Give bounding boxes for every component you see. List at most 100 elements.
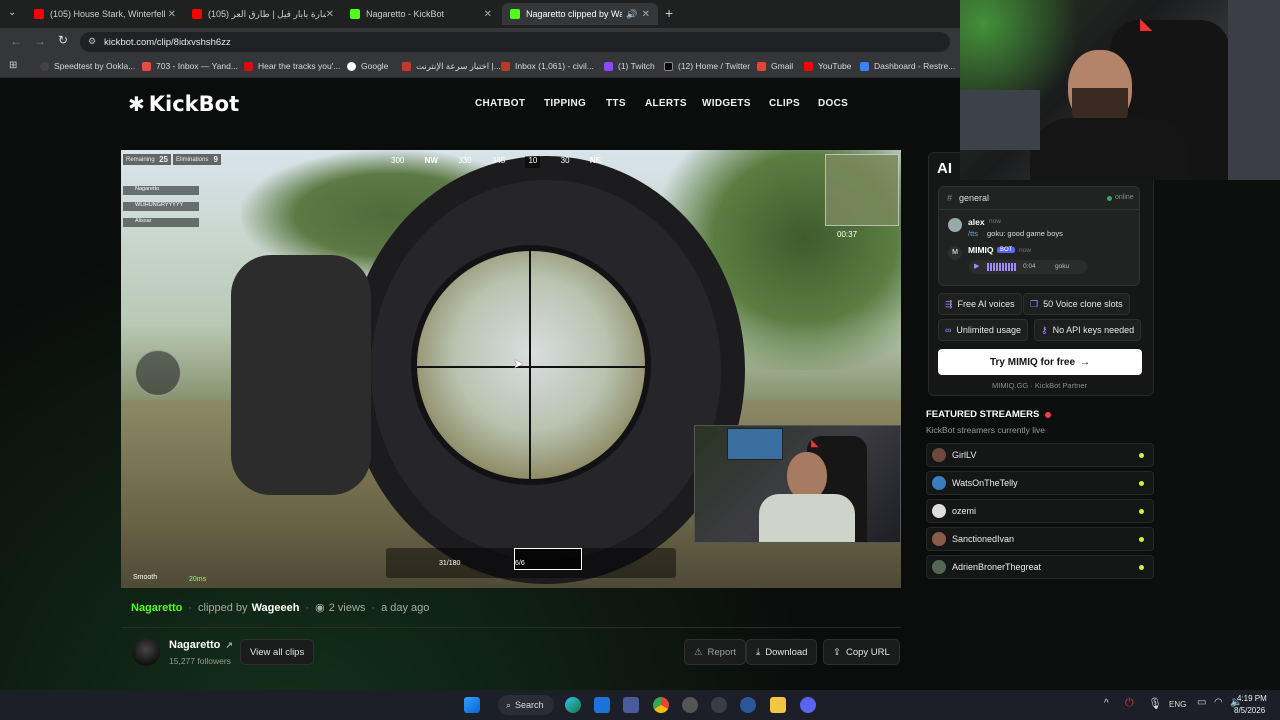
nav-docs[interactable]: DOCS	[818, 98, 848, 109]
youtube-icon	[192, 9, 202, 19]
audio-time: 0:04	[1023, 263, 1036, 270]
bookmark-youtube[interactable]: YouTube	[804, 61, 851, 71]
streamer-avatar	[932, 476, 946, 490]
hud-player-3: Alissar	[123, 218, 199, 227]
clip-channel-link[interactable]: Nagaretto	[131, 602, 182, 614]
bookmark-gmail[interactable]: Gmail	[757, 61, 793, 71]
close-tab-icon[interactable]: ✕	[642, 9, 650, 20]
bookmarks-bar: ⊞ Speedtest by Ookla... 703 - Inbox — Ya…	[0, 56, 960, 78]
browser-tab-2[interactable]: (105) شارة بابار فيل | طارق العر... ✕	[184, 3, 342, 25]
feature-label: Unlimited usage	[956, 325, 1021, 335]
tab-list-chevron-icon[interactable]: ⌄	[8, 7, 16, 18]
speaker-icon[interactable]: 🔊	[626, 9, 637, 20]
close-tab-icon[interactable]: ✕	[326, 9, 334, 20]
bookmark-yandex[interactable]: 703 - Inbox — Yand...	[142, 61, 238, 71]
bookmark-restream[interactable]: Dashboard - Restre...	[860, 61, 955, 71]
outlook-icon[interactable]	[594, 697, 610, 713]
streamer-row-watsonthetelly[interactable]: WatsOnTheTelly	[926, 471, 1154, 495]
kickbot-logo[interactable]: ✱ KickBot	[128, 92, 239, 116]
feature-no-api-keys: ⚷ No API keys needed	[1034, 319, 1142, 341]
copy-icon: ❐	[1030, 298, 1039, 309]
url-input[interactable]: ⚙ kickbot.com/clip/8idxvshsh6zz	[80, 32, 950, 52]
nav-widgets[interactable]: WIDGETS	[702, 98, 751, 109]
hud-eliminations: Eliminations 9	[173, 154, 221, 165]
bookmark-label: 703 - Inbox — Yand...	[156, 61, 238, 71]
tray-app-icon[interactable]: ⏻	[1125, 697, 1134, 710]
arrow-right-icon: →	[1080, 356, 1090, 368]
mouse-cursor-icon: ➤	[513, 356, 524, 371]
github-icon[interactable]	[682, 697, 698, 713]
windows-start-icon[interactable]	[464, 697, 480, 713]
streamer-avatar	[932, 504, 946, 518]
msg2-user: MIMIQ	[968, 245, 994, 255]
edge-icon[interactable]	[565, 697, 581, 713]
hud-remaining-label: Remaining	[126, 156, 155, 163]
app-icon[interactable]	[623, 697, 639, 713]
feature-label: No API keys needed	[1052, 325, 1135, 335]
bookmark-lastfm[interactable]: Hear the tracks you'...	[244, 61, 340, 71]
hud-ammo: 31/180	[439, 560, 461, 567]
close-tab-icon[interactable]: ✕	[168, 9, 176, 20]
report-button[interactable]: ⚠ Report	[684, 639, 747, 665]
nav-chatbot[interactable]: CHATBOT	[475, 98, 525, 109]
streamer-row-adrienbroner[interactable]: AdrienBronerThegreat	[926, 555, 1154, 579]
bookmark-twitter[interactable]: (12) Home / Twitter	[664, 61, 750, 71]
clip-video-player[interactable]: Remaining 25 Eliminations 9 Nagaretto WL…	[121, 150, 901, 588]
forward-icon[interactable]: →	[34, 34, 46, 48]
streamer-row-ozemi[interactable]: ozemi	[926, 499, 1154, 523]
bookmark-speed-arabic[interactable]: اختبار سرعة الإنترنت |...	[402, 61, 501, 72]
download-button[interactable]: ⤓ Download	[746, 639, 818, 665]
file-explorer-icon[interactable]	[770, 697, 786, 713]
nav-tipping[interactable]: TIPPING	[544, 98, 586, 109]
microphone-icon[interactable]: 🎙	[1148, 697, 1162, 710]
nav-alerts[interactable]: ALERTS	[645, 98, 687, 109]
try-mimiq-button[interactable]: Try MIMIQ for free →	[938, 349, 1142, 375]
word-icon[interactable]	[740, 697, 756, 713]
streamer-name: WatsOnTheTelly	[952, 478, 1018, 488]
nav-tts[interactable]: TTS	[606, 98, 626, 109]
streamer-webcam-overlay: ◣	[960, 0, 1280, 180]
apps-grid-icon[interactable]: ⊞	[9, 60, 17, 71]
nav-clips[interactable]: CLIPS	[769, 98, 800, 109]
streamer-row-girllv[interactable]: GirlLV	[926, 443, 1154, 467]
streamer-row-sanctionedivan[interactable]: SanctionedIvan	[926, 527, 1154, 551]
wifi-icon[interactable]: ◠	[1214, 697, 1223, 708]
display-icon[interactable]: ▭	[1197, 697, 1206, 708]
taskbar-time[interactable]: 4:19 PM	[1237, 694, 1267, 703]
play-icon[interactable]: ▶	[974, 262, 979, 270]
chrome-icon[interactable]	[653, 697, 669, 713]
tray-chevron-icon[interactable]: ^	[1104, 698, 1109, 709]
bookmark-google[interactable]: Google	[347, 61, 388, 71]
close-tab-icon[interactable]: ✕	[484, 9, 492, 20]
copy-url-button[interactable]: ⇪ Copy URL	[823, 639, 900, 665]
meta-separator: ·	[371, 601, 376, 614]
site-info-icon[interactable]: ⚙	[88, 36, 96, 47]
bookmark-inbox[interactable]: Inbox (1,061) - civil...	[501, 61, 594, 71]
browser-tab-3[interactable]: Nagaretto - KickBot ✕	[342, 3, 500, 25]
reload-icon[interactable]: ↻	[58, 33, 68, 47]
msg1-user: alex	[968, 217, 985, 227]
language-indicator[interactable]: ENG	[1169, 700, 1186, 709]
view-all-clips-button[interactable]: View all clips	[240, 639, 315, 665]
hud-remaining: Remaining 25	[123, 154, 171, 165]
browser-tab-4-active[interactable]: Nagaretto clipped by Wag 🔊 ✕	[502, 3, 658, 25]
owner-avatar[interactable]	[132, 638, 160, 666]
taskbar-date[interactable]: 8/5/2026	[1234, 706, 1265, 715]
infinity-icon: ∞	[945, 325, 952, 335]
owner-name-link[interactable]: Nagaretto ↗	[169, 639, 233, 651]
audio-player[interactable]: ▶ 0:04 goku	[969, 260, 1087, 274]
tab-title: (105) House Stark, Winterfell Ti	[50, 9, 168, 19]
discord-icon[interactable]	[800, 697, 816, 713]
clipper-link[interactable]: Wageeeh	[252, 602, 300, 614]
bookmark-speedtest[interactable]: Speedtest by Ookla...	[40, 61, 135, 71]
promo-ai-heading: AI	[937, 160, 952, 177]
back-icon[interactable]: ←	[10, 34, 22, 48]
bookmark-twitch[interactable]: (1) Twitch	[604, 61, 655, 71]
new-tab-button[interactable]: +	[665, 5, 673, 21]
taskbar-search[interactable]: ⌕ Search	[498, 695, 554, 715]
browser-tab-1[interactable]: (105) House Stark, Winterfell Ti ✕	[26, 3, 184, 25]
4k-app-icon[interactable]	[711, 697, 727, 713]
live-indicator-icon	[1045, 411, 1052, 418]
taskbar-search-label: Search	[515, 700, 544, 710]
section-divider	[121, 627, 901, 628]
